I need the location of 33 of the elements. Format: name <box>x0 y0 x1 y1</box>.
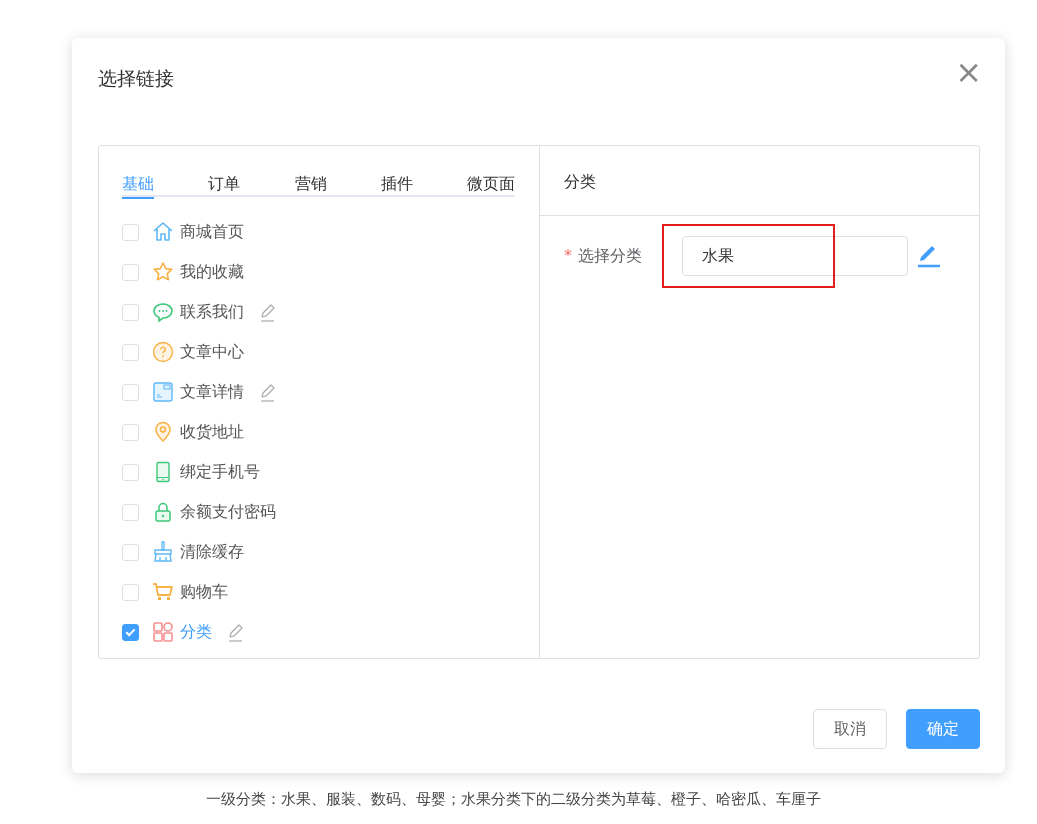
link-label[interactable]: 余额支付密码 <box>180 500 276 524</box>
link-label[interactable]: 我的收藏 <box>180 260 244 284</box>
tab[interactable]: 插件 <box>380 170 413 197</box>
close-button[interactable]: × <box>955 56 982 88</box>
link-label[interactable]: 文章中心 <box>180 340 244 364</box>
field-label: * 选择分类 <box>564 245 643 267</box>
panel-heading: 分类 <box>540 146 979 216</box>
question-circle-icon <box>151 340 175 364</box>
edit-icon[interactable] <box>258 382 276 402</box>
tab[interactable]: 营销 <box>294 170 327 197</box>
tab[interactable]: 微页面 <box>467 170 515 197</box>
link-label[interactable]: 购物车 <box>180 580 228 604</box>
link-label[interactable]: 文章详情 <box>180 380 244 404</box>
edit-icon[interactable] <box>226 622 244 642</box>
link-label[interactable]: 收货地址 <box>180 420 244 444</box>
grid-icon <box>151 620 175 644</box>
tab[interactable]: 订单 <box>208 170 241 197</box>
link-label[interactable]: 绑定手机号 <box>180 460 260 484</box>
dialog-title: 选择链接 <box>98 66 174 91</box>
edit-icon[interactable] <box>258 302 276 322</box>
cancel-button[interactable]: 取消 <box>813 709 887 749</box>
link-label[interactable]: 商城首页 <box>180 220 244 244</box>
chat-bubble-icon <box>151 300 175 324</box>
caption: 一级分类：水果、服装、数码、母婴；水果分类下的二级分类为草莓、橙子、哈密瓜、车厘子 <box>206 790 821 808</box>
star-icon <box>151 260 175 284</box>
category-field[interactable]: 水果 <box>682 236 908 276</box>
broom-icon <box>151 540 175 564</box>
link-label[interactable]: 清除缓存 <box>180 540 244 564</box>
link-label[interactable]: 联系我们 <box>180 300 244 324</box>
house-icon <box>151 220 175 244</box>
checkbox[interactable] <box>122 623 139 641</box>
picture-card-icon <box>151 380 175 404</box>
edit-icon[interactable] <box>916 243 942 269</box>
